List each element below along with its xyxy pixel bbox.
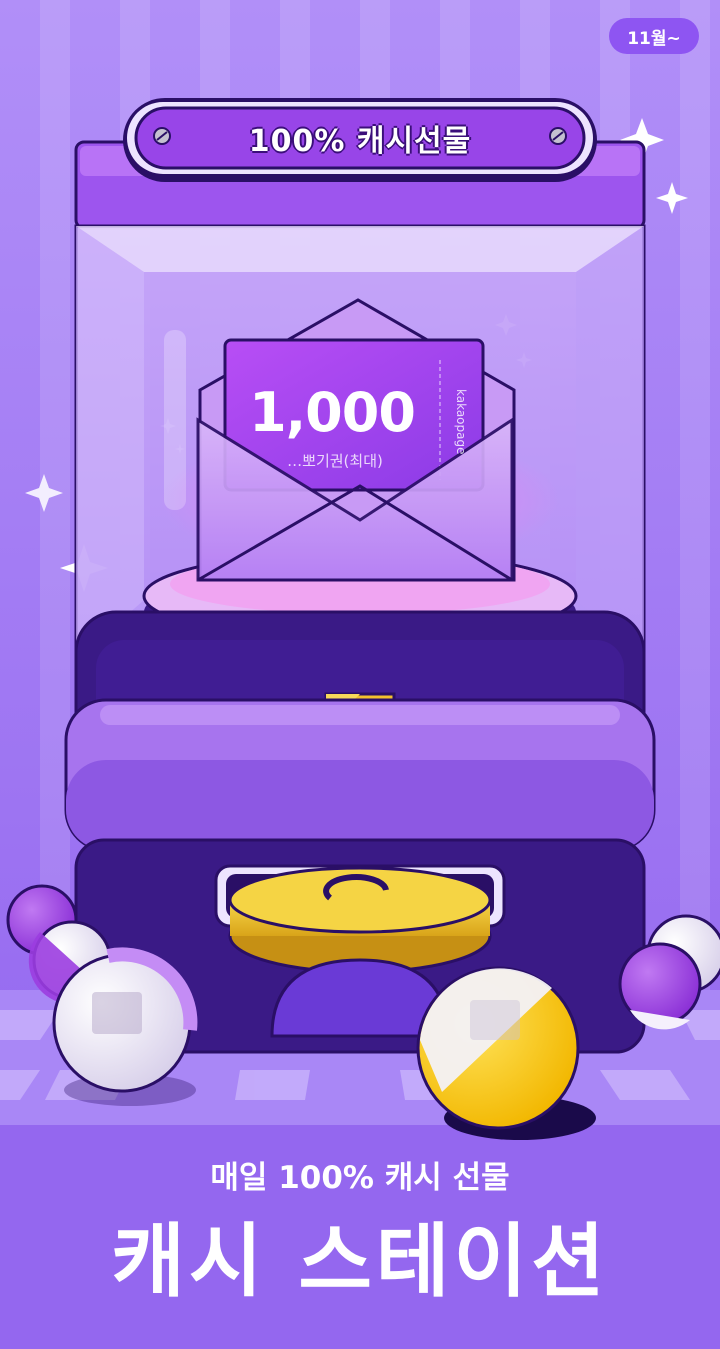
ticket-amount: 1,000 <box>249 380 416 444</box>
ticket-brand: kakaopage <box>454 389 468 455</box>
month-badge: 11월~ <box>609 18 699 54</box>
gacha-machine-illustration <box>0 0 720 1349</box>
sign-title: 100% 캐시선물 <box>248 124 472 159</box>
banner-subtitle: 매일 100% 캐시 선물 <box>210 1159 510 1196</box>
banner-title: 캐시 스테이션 <box>111 1215 609 1308</box>
ticket-subtitle: …뽀기권(최대) <box>287 451 383 470</box>
promo-banner[interactable]: 11월~ 100% 캐시선물 1,000 …뽀기권(최대) kakaopage … <box>0 0 720 1349</box>
